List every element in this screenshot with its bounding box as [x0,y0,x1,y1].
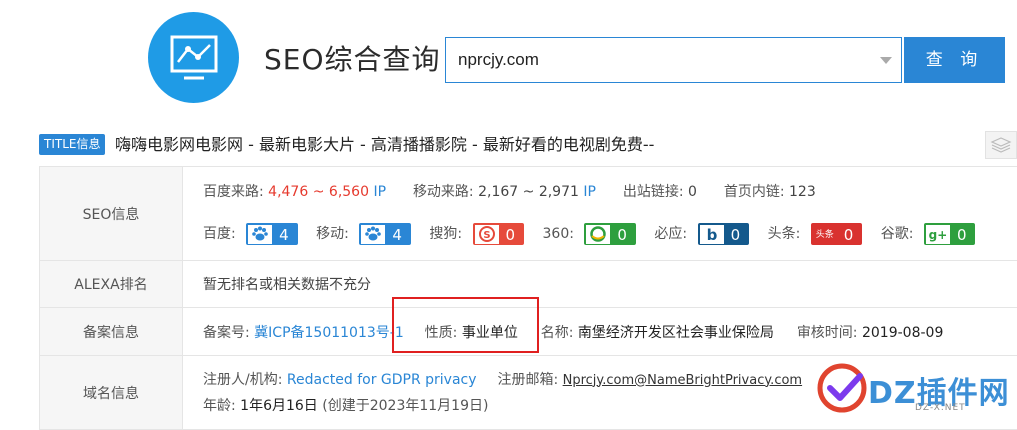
email-link[interactable]: Nprcjy.com@NameBrightPrivacy.com [563,373,802,388]
engine-name: 头条: [768,226,801,242]
mobile-traffic-label: 移动来路: [413,184,474,200]
mobile-traffic-value[interactable]: 2,167 ~ 2,971 [478,184,579,200]
search-input[interactable] [458,38,878,82]
baidu-traffic-label: 百度来路: [203,184,264,200]
engine-name: 百度: [203,226,236,242]
beian-audit-value: 2019-08-09 [862,325,943,341]
engine-sogou[interactable]: 搜狗: S 0 [429,212,524,256]
engine-google[interactable]: 谷歌: g+0 [881,212,976,256]
bing-icon: b [700,225,724,245]
row-label: 域名信息 [40,356,183,430]
created-date: (创建于2023年11月19日) [322,398,488,414]
alexa-value: 暂无排名或相关数据不充分 [183,261,1017,308]
engine-name: 谷歌: [881,226,914,242]
svg-text:S: S [483,230,490,241]
seo-values: 百度来路: 4,476 ~ 6,560 IP 移动来路: 2,167 ~ 2,9… [183,167,1017,261]
engine-toutiao[interactable]: 头条: 头条0 [768,212,863,256]
highlight-annotation [392,297,539,353]
row-label: ALEXA排名 [40,261,183,308]
search-button[interactable]: 查 询 [904,37,1005,83]
search-box[interactable] [445,37,902,83]
engine-value: 0 [951,224,975,245]
baidu-traffic-sep: ~ [313,184,325,200]
engine-value: 0 [725,224,749,245]
chevron-down-icon[interactable] [880,57,892,64]
beian-values: 备案号: 冀ICP备15011013号-1 性质: 事业单位 名称: 南堡经济开… [183,308,1017,356]
mobile-traffic-ip: IP [583,184,596,200]
svg-text:b: b [706,226,717,243]
page-title: SEO综合查询 [264,38,441,78]
outbound-links-label: 出站链接: [623,184,684,200]
layers-icon[interactable] [985,131,1017,159]
table-row: SEO信息 百度来路: 4,476 ~ 6,560 IP 移动来路: 2,167… [40,167,1017,261]
site-title-text: 嗨嗨电影网电影网 - 最新电影大片 - 高清播播影院 - 最新好看的电视剧免费-… [115,134,654,156]
engine-bing[interactable]: 必应: b 0 [654,212,749,256]
row-label: 备案信息 [40,308,183,356]
engine-360[interactable]: 360: 0 [543,212,636,256]
baidu-traffic-high[interactable]: 6,560 [329,184,369,200]
google-plus-icon: g+ [926,225,950,245]
dz-logo-icon [814,360,874,420]
baidu-traffic-ip: IP [373,184,386,200]
age-label: 年龄: [203,398,236,414]
baidu-traffic-low[interactable]: 4,476 [268,184,308,200]
registrant-label: 注册人/机构: [203,372,282,388]
engine-value: 0 [611,224,635,245]
row-label: SEO信息 [40,167,183,261]
beian-name-value: 南堡经济开发区社会事业保险局 [578,325,774,341]
toutiao-icon: 头条 [813,225,837,245]
inbound-links-label: 首页内链: [724,184,785,200]
beian-number-label: 备案号: [203,325,250,341]
monitor-chart-icon [148,12,239,103]
beian-number-link[interactable]: 冀ICP备15011013号-1 [254,325,404,341]
engine-value: 0 [838,224,862,245]
engine-name: 必应: [654,226,687,242]
engine-baidu[interactable]: 百度: 4 [203,212,298,256]
watermark-sub: DZ-X.NET [915,403,966,413]
email-label: 注册邮箱: [497,372,558,388]
engine-value: 4 [273,224,297,245]
beian-audit-label: 审核时间: [797,325,858,341]
site-logo[interactable] [148,12,239,103]
engine-name: 360: [543,226,574,242]
inbound-links-value[interactable]: 123 [789,184,816,200]
baidu-paw-icon [248,225,272,245]
traffic-line: 百度来路: 4,476 ~ 6,560 IP 移动来路: 2,167 ~ 2,9… [203,172,1017,212]
sogou-icon: S [475,225,499,245]
engine-weights-line: 百度: 4 移动: 4 搜狗: S 0 [203,212,1017,256]
so360-icon [586,225,610,245]
engine-name: 搜狗: [429,226,462,242]
registrant-link[interactable]: Redacted for GDPR privacy [287,372,477,388]
beian-name-label: 名称: [541,325,574,341]
outbound-links-value[interactable]: 0 [688,184,697,200]
engine-name: 移动: [316,226,349,242]
mobile-paw-icon [361,225,385,245]
engine-value: 4 [386,224,410,245]
engine-value: 0 [500,224,524,245]
engine-mobile[interactable]: 移动: 4 [316,212,411,256]
age-value: 1年6月16日 [240,398,318,414]
title-badge: TITLE信息 [39,134,105,155]
